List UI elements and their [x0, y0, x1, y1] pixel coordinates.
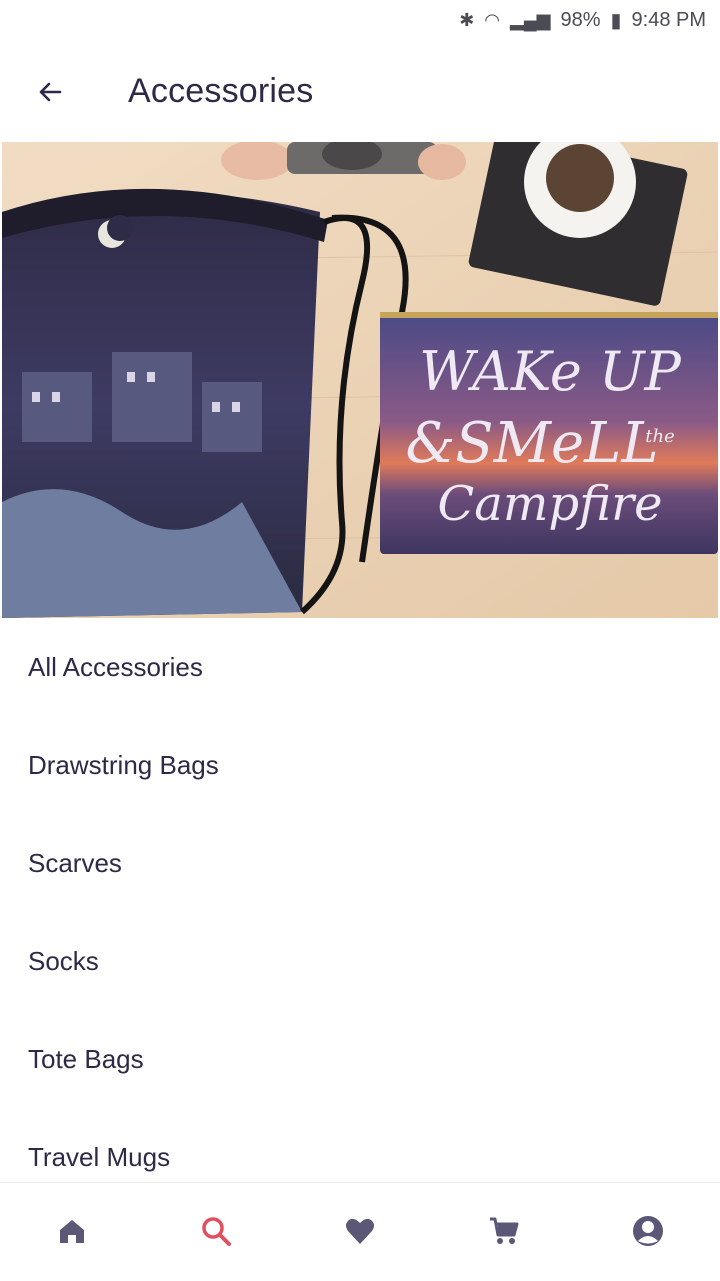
- bottom-nav: [0, 1182, 720, 1281]
- page-title: Accessories: [128, 72, 314, 110]
- category-item-scarves[interactable]: Scarves: [28, 846, 122, 880]
- signal-icon: ▂▄▆: [510, 9, 551, 30]
- pouch-text-line1: WAKe UP: [419, 340, 682, 403]
- home-icon[interactable]: [54, 1213, 90, 1249]
- cart-icon[interactable]: [486, 1213, 522, 1249]
- category-item-socks[interactable]: Socks: [28, 944, 99, 978]
- status-bar: ✱ ◠ ▂▄▆ 98% ▮ 9:48 PM: [0, 0, 720, 40]
- battery-icon: ▮: [610, 9, 622, 32]
- account-icon[interactable]: [630, 1213, 666, 1249]
- wifi-icon: ◠: [484, 9, 501, 30]
- clock: 9:48 PM: [631, 8, 706, 31]
- battery-percent: 98%: [560, 8, 601, 31]
- heart-icon[interactable]: [342, 1213, 378, 1249]
- hero-image: WAKe UP &SMeLL the Campfire: [2, 142, 718, 618]
- arrow-left-icon[interactable]: [34, 76, 66, 108]
- search-icon[interactable]: [198, 1213, 234, 1249]
- pouch-text-small: the: [645, 426, 674, 447]
- category-item-tote-bags[interactable]: Tote Bags: [28, 1042, 144, 1076]
- category-item-all-accessories[interactable]: All Accessories: [28, 650, 203, 684]
- pouch-text-line2: &SMeLL: [405, 411, 658, 476]
- pouch-text-line3: Campfire: [438, 476, 663, 532]
- app-header: [0, 48, 720, 128]
- category-item-drawstring-bags[interactable]: Drawstring Bags: [28, 748, 219, 782]
- bluetooth-icon: ✱: [459, 9, 475, 30]
- category-item-travel-mugs[interactable]: Travel Mugs: [28, 1140, 170, 1174]
